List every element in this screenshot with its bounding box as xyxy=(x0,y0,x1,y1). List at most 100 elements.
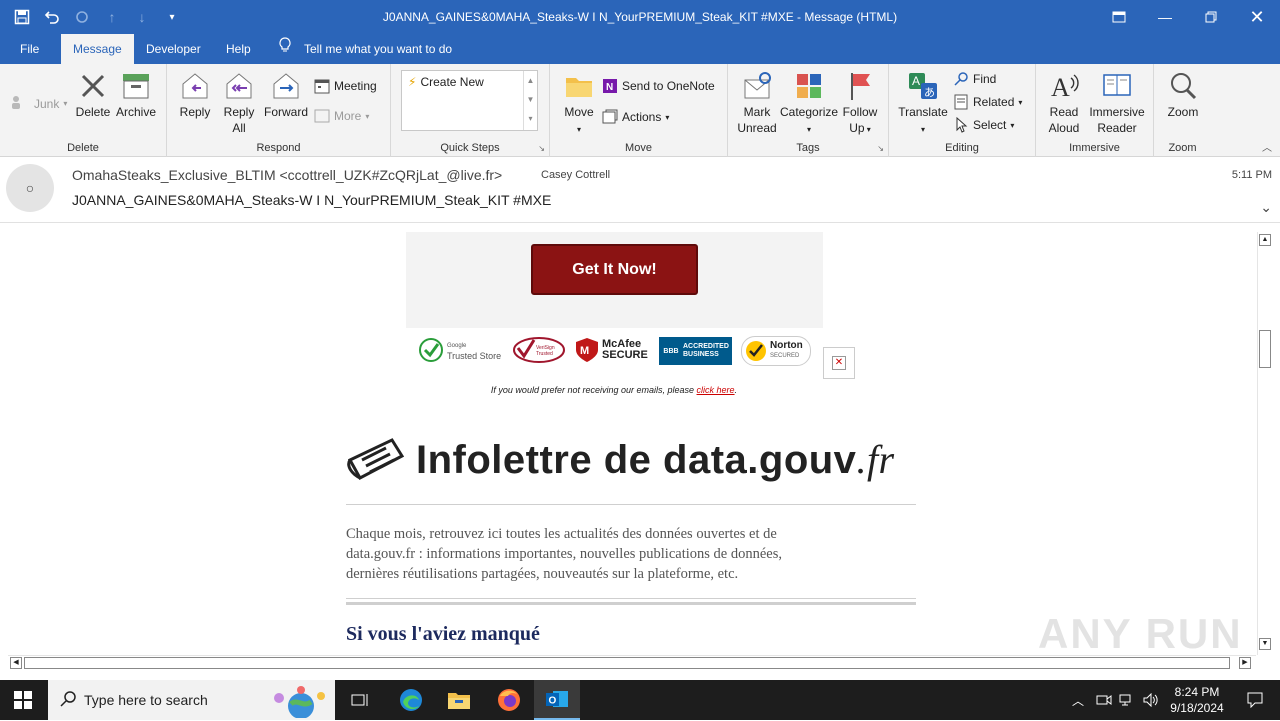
svg-text:M: M xyxy=(580,345,589,357)
tags-launcher-icon[interactable]: ↘ xyxy=(877,144,884,153)
title-bar: ↑ ↓ ▾ J0ANNA_GAINES&0MAHA_Steaks-W I N_Y… xyxy=(0,0,1280,34)
zoom-group-label: Zoom xyxy=(1168,142,1197,154)
start-button[interactable] xyxy=(0,680,46,720)
ribbon-display-options-icon[interactable] xyxy=(1096,0,1142,34)
reply-all-icon xyxy=(223,70,255,102)
trusted-store-badge: Google Trusted Store xyxy=(418,335,506,365)
reply-all-button[interactable]: Reply All xyxy=(219,70,259,136)
recipient[interactable]: Casey Cottrell xyxy=(541,169,610,181)
archive-button[interactable]: Archive xyxy=(114,70,158,120)
scroll-up-arrow-icon[interactable]: ▲ xyxy=(1259,234,1271,246)
read-aloud-icon: A xyxy=(1048,70,1080,102)
unsubscribe-link[interactable]: click here xyxy=(697,385,735,395)
meet-now-icon[interactable] xyxy=(1092,680,1116,720)
broken-image-icon: ✕ xyxy=(823,347,855,379)
network-icon[interactable] xyxy=(1115,680,1139,720)
more-icon xyxy=(314,108,330,124)
move-group: Move ▾ N Send to OneNote Actions ▾ Move xyxy=(550,64,728,157)
actions-button[interactable]: Actions ▾ xyxy=(602,109,669,125)
firefox-icon[interactable] xyxy=(486,680,532,720)
taskbar-search[interactable]: Type here to search xyxy=(48,680,335,720)
scroll-down-arrow-icon[interactable]: ▼ xyxy=(1259,638,1271,650)
file-explorer-icon[interactable] xyxy=(436,680,482,720)
more-respond-button[interactable]: More ▾ xyxy=(314,108,369,124)
received-time: 5:11 PM xyxy=(1231,169,1272,181)
categorize-icon xyxy=(793,70,825,102)
svg-text:N: N xyxy=(606,82,613,93)
mcafee-shield-icon: M xyxy=(576,338,598,362)
quick-steps-gallery[interactable]: ⚡ Create New ▲ ▼ ▾ xyxy=(401,70,538,131)
edge-icon[interactable] xyxy=(388,680,434,720)
get-it-now-button[interactable]: Get It Now! xyxy=(531,244,698,295)
scroll-left-arrow-icon[interactable]: ◀ xyxy=(10,657,22,669)
categorize-button[interactable]: Categorize ▾ xyxy=(780,70,838,138)
tab-developer[interactable]: Developer xyxy=(146,34,201,64)
restore-button[interactable] xyxy=(1188,0,1234,34)
newspaper-icon xyxy=(346,434,406,484)
window-title: J0ANNA_GAINES&0MAHA_Steaks-W I N_YourPRE… xyxy=(382,10,898,24)
immersive-reader-button[interactable]: Immersive Reader xyxy=(1086,70,1148,136)
scroll-right-arrow-icon[interactable]: ▶ xyxy=(1239,657,1251,669)
svg-text:あ: あ xyxy=(924,86,935,99)
junk-button[interactable]: Junk ▾ xyxy=(10,94,67,113)
create-new-quick-step[interactable]: ⚡ Create New xyxy=(408,75,484,89)
sender[interactable]: OmahaSteaks_Exclusive_BLTIM <ccottrell_U… xyxy=(72,167,502,183)
expand-header-icon[interactable]: ⌄ xyxy=(1260,199,1272,216)
clock[interactable]: 8:24 PM 9/18/2024 xyxy=(1164,684,1230,716)
delete-icon xyxy=(77,70,109,102)
horizontal-scrollbar[interactable]: ◀ ▶ xyxy=(8,655,1256,671)
move-group-label: Move xyxy=(625,142,652,154)
newsletter-title: Infolettre de data.gouv.fr xyxy=(416,437,895,482)
move-button[interactable]: Move ▾ xyxy=(560,70,598,138)
close-button[interactable]: ✕ xyxy=(1234,0,1280,34)
tell-me-search[interactable]: Tell me what you want to do xyxy=(278,34,452,64)
lightning-icon: ⚡ xyxy=(408,75,417,89)
tell-me-label: Tell me what you want to do xyxy=(304,42,453,56)
quick-steps-launcher-icon[interactable]: ↘ xyxy=(538,144,545,153)
task-view-icon[interactable] xyxy=(337,680,383,720)
find-button[interactable]: Find xyxy=(953,71,996,87)
tags-group-label: Tags xyxy=(796,142,820,154)
windows-icon xyxy=(14,691,32,709)
avatar[interactable]: ○ xyxy=(6,164,54,212)
find-icon xyxy=(953,71,969,87)
search-placeholder: Type here to search xyxy=(84,692,208,708)
cursor-icon xyxy=(953,116,969,133)
tab-message[interactable]: Message xyxy=(61,34,134,64)
select-button[interactable]: Select ▾ xyxy=(953,116,1014,133)
mark-unread-button[interactable]: Mark Unread xyxy=(734,70,780,136)
section-title: Si vous l'aviez manqué xyxy=(346,623,540,645)
forward-button[interactable]: Forward xyxy=(263,70,309,120)
show-hidden-icons[interactable]: ︿ xyxy=(1066,680,1090,720)
ribbon: Junk ▾ Delete Archive Delete Reply Reply… xyxy=(0,64,1280,157)
send-to-onenote-button[interactable]: N Send to OneNote xyxy=(602,78,715,94)
collapse-ribbon-icon[interactable]: ︿ xyxy=(1262,139,1272,154)
vertical-scroll-thumb[interactable] xyxy=(1259,330,1271,368)
meeting-button[interactable]: Meeting xyxy=(314,78,377,94)
read-aloud-button[interactable]: A Read Aloud xyxy=(1044,70,1084,136)
actions-icon xyxy=(602,109,618,125)
minimize-button[interactable]: — xyxy=(1142,0,1188,34)
envelope-icon xyxy=(741,70,773,102)
volume-icon[interactable] xyxy=(1139,680,1163,720)
notification-icon[interactable] xyxy=(1232,680,1278,720)
outlook-taskbar-icon[interactable]: O xyxy=(534,680,580,720)
translate-button[interactable]: Aあ Translate ▾ xyxy=(895,70,951,138)
horizontal-scroll-thumb[interactable] xyxy=(24,657,1230,669)
reply-button[interactable]: Reply xyxy=(175,70,215,120)
quick-steps-group: ⚡ Create New ▲ ▼ ▾ Quick Steps ↘ xyxy=(391,64,550,157)
checkmark-icon xyxy=(419,338,443,362)
zoom-group: Zoom Zoom xyxy=(1154,64,1211,157)
tab-file[interactable]: File xyxy=(20,34,39,64)
follow-up-button[interactable]: Follow Up ▾ xyxy=(838,70,882,138)
gallery-scroll[interactable]: ▲ ▼ ▾ xyxy=(523,71,537,130)
delete-button[interactable]: Delete xyxy=(72,70,114,120)
norton-check-icon xyxy=(746,341,766,361)
related-button[interactable]: Related ▾ xyxy=(953,94,1022,110)
zoom-button[interactable]: Zoom xyxy=(1162,70,1204,120)
message-header: ○ OmahaSteaks_Exclusive_BLTIM <ccottrell… xyxy=(0,157,1280,223)
tab-help[interactable]: Help xyxy=(226,34,251,64)
reply-icon xyxy=(179,70,211,102)
vertical-scrollbar[interactable]: ▲ ▼ xyxy=(1257,232,1272,655)
forward-icon xyxy=(270,70,302,102)
